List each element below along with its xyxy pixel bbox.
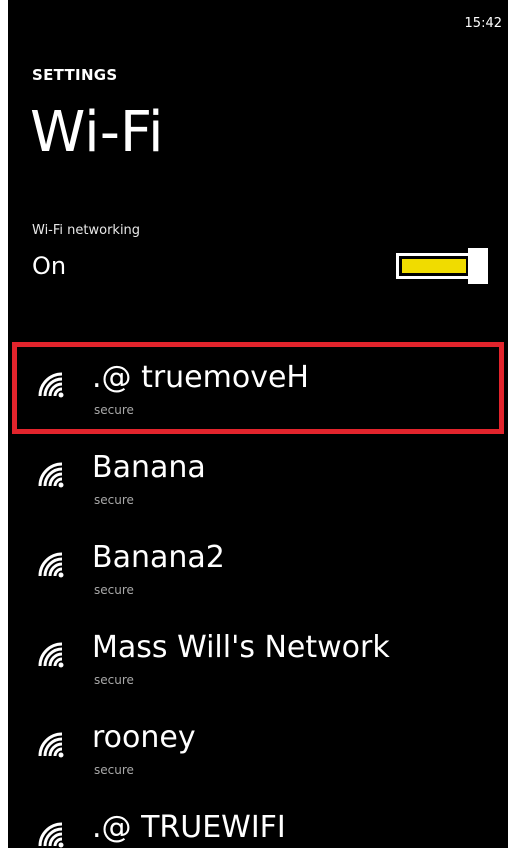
toggle-track xyxy=(396,253,472,279)
network-item-rooney[interactable]: rooney secure xyxy=(8,702,508,792)
wifi-networking-label: Wi-Fi networking xyxy=(32,223,141,238)
toggle-thumb[interactable] xyxy=(468,248,488,284)
network-name: rooney xyxy=(92,720,196,755)
network-name: Mass Will's Network xyxy=(92,630,390,665)
network-item-truewifi[interactable]: .@ TRUEWIFI xyxy=(8,792,508,848)
network-name: .@ truemoveH xyxy=(92,360,309,395)
network-item-banana[interactable]: Banana secure xyxy=(8,432,508,522)
network-name: .@ TRUEWIFI xyxy=(92,810,286,845)
network-item-banana2[interactable]: Banana2 secure xyxy=(8,522,508,612)
network-item-mass-wills-network[interactable]: Mass Will's Network secure xyxy=(8,612,508,702)
wifi-networking-value: On xyxy=(32,252,67,280)
wifi-signal-icon xyxy=(38,822,64,848)
network-name: Banana xyxy=(92,450,206,485)
network-security: secure xyxy=(94,583,134,597)
network-security: secure xyxy=(94,673,134,687)
page-title: Wi-Fi xyxy=(30,100,164,165)
network-security: secure xyxy=(94,403,134,417)
wifi-signal-icon xyxy=(38,372,64,398)
wifi-signal-icon xyxy=(38,462,64,488)
toggle-fill xyxy=(402,259,466,273)
phone-screen: 15:42 SETTINGS Wi-Fi Wi-Fi networking On… xyxy=(8,0,508,848)
network-name: Banana2 xyxy=(92,540,225,575)
wifi-signal-icon xyxy=(38,732,64,758)
app-title: SETTINGS xyxy=(32,66,118,84)
network-item-truemoveh[interactable]: .@ truemoveH secure xyxy=(8,342,508,434)
wifi-signal-icon xyxy=(38,642,64,668)
network-security: secure xyxy=(94,763,134,777)
wifi-toggle-switch[interactable] xyxy=(396,248,490,284)
wifi-signal-icon xyxy=(38,552,64,578)
network-security: secure xyxy=(94,493,134,507)
status-bar-time: 15:42 xyxy=(464,16,502,31)
network-list: .@ truemoveH secure Banana secure Banana… xyxy=(8,342,508,848)
